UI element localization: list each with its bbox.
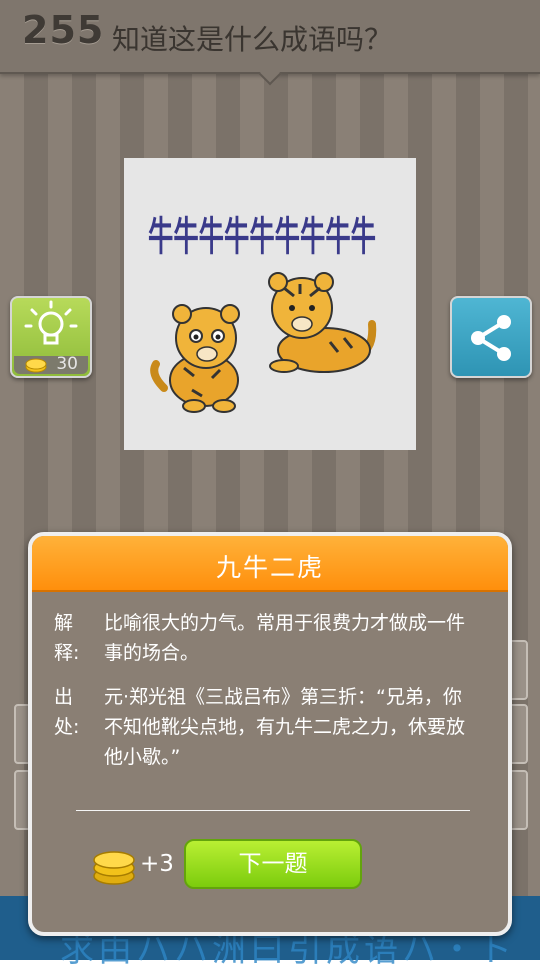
share-button[interactable] <box>450 296 532 378</box>
meaning-label: 解释: <box>54 612 80 664</box>
dialog-header: 九牛二虎 <box>32 536 508 592</box>
nine-oxen-two-tigers-illustration: 牛牛牛牛牛牛牛牛牛 <box>148 213 377 413</box>
puzzle-image: 牛牛牛牛牛牛牛牛牛 <box>124 158 416 450</box>
oxen-glyphs: 牛牛牛牛牛牛牛牛牛 <box>148 213 376 260</box>
next-question-button[interactable]: 下一题 <box>184 839 362 889</box>
coins-icon <box>93 851 135 885</box>
hint-button[interactable]: 30 <box>10 296 92 378</box>
meaning-text: 比喻很大的力气。常用于很费力才做成一件事的场合。 <box>104 612 466 664</box>
tiger-right <box>268 272 377 373</box>
question-text: 知道这是什么成语吗？ <box>112 23 393 56</box>
source-label: 出处: <box>54 686 80 738</box>
idiom-title: 九牛二虎 <box>215 553 324 582</box>
coin-icon <box>25 358 47 373</box>
dialog-divider <box>76 810 470 811</box>
hint-cost: 30 <box>56 354 78 374</box>
hint-cost-bar: 30 <box>14 354 88 374</box>
source-text: 元·郑光祖《三战吕布》第三折：“兄弟，你不知他靴尖点地，有九牛二虎之力，休要放他… <box>104 686 466 768</box>
tiger-left <box>150 304 240 413</box>
share-icon <box>471 315 511 361</box>
lightbulb-icon <box>24 300 78 345</box>
coin-reward: +3 <box>140 851 174 877</box>
answer-dialog: 九牛二虎 解释: 比喻很大的力气。常用于很费力才做成一件事的场合。 出处: 元·… <box>28 532 512 936</box>
level-number: 255 <box>22 8 105 52</box>
